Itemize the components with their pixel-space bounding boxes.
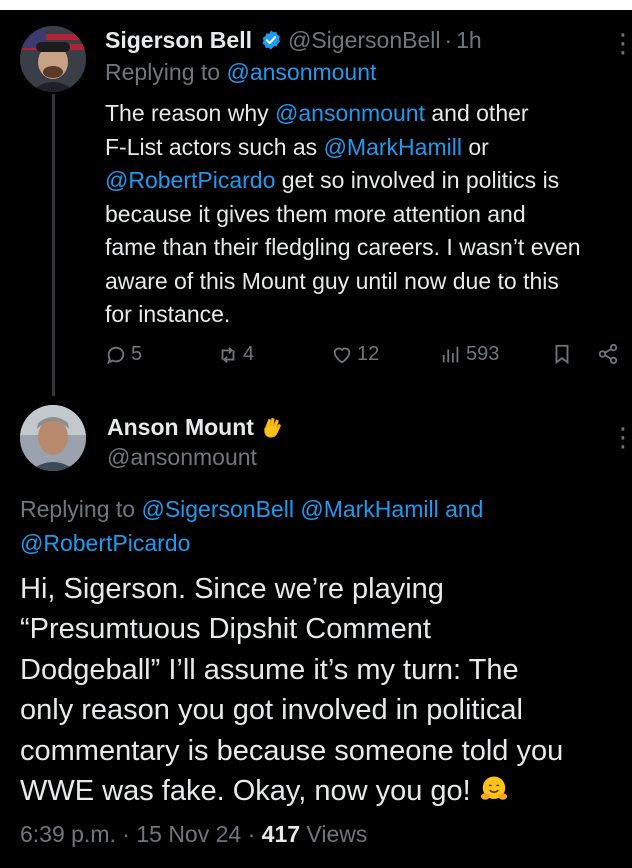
hugging-face-icon [480, 776, 507, 800]
bookmark-icon [555, 344, 569, 365]
thread-connector [52, 94, 55, 396]
date[interactable]: 15 Nov 24 [136, 821, 241, 847]
replying-prefix: Replying to [105, 59, 227, 85]
separator: · [115, 821, 137, 847]
more-options-icon[interactable]: ⋮ [610, 424, 632, 450]
mention-link[interactable]: @ansonmount [226, 59, 376, 85]
like-count: 12 [357, 343, 380, 365]
views-count[interactable]: 417 [262, 821, 300, 847]
replying-and[interactable]: and [439, 496, 483, 522]
mention-link[interactable]: @RobertPicardo [20, 530, 190, 556]
author-name[interactable]: Sigerson Bell [105, 27, 252, 54]
reply-icon [107, 346, 125, 364]
avatar-sigerson[interactable] [20, 26, 86, 92]
bookmark-button[interactable] [551, 343, 577, 365]
more-options-icon[interactable]: ⋮ [610, 30, 632, 56]
text-line: Dodgeball” I’ll assume it’s my turn: The [20, 653, 519, 686]
replying-to: Replying to @ansonmount [105, 59, 376, 86]
top-edge [0, 0, 632, 10]
text-line: for instance. [105, 301, 231, 327]
mention-link[interactable]: @MarkHamill [324, 134, 462, 160]
mention-link[interactable]: @MarkHamill [300, 496, 438, 522]
mention-link[interactable]: @RobertPicardo [105, 167, 275, 193]
tweet-body: Hi, Sigerson. Since we’re playing “Presu… [20, 569, 630, 811]
views-icon [442, 346, 459, 362]
mention-link[interactable]: @ansonmount [275, 100, 425, 126]
share-button[interactable] [597, 343, 623, 365]
text-line: The reason why @ansonmount and other [105, 100, 529, 126]
author-handle[interactable]: @SigersonBell [288, 27, 440, 54]
repost-count: 4 [243, 343, 255, 365]
views-button[interactable]: 593 [440, 343, 499, 366]
author-name-row: Anson Mount [107, 414, 286, 441]
avatar-anson[interactable] [20, 405, 86, 471]
share-icon [598, 343, 618, 365]
views-count: 593 [466, 343, 500, 365]
repost-icon [221, 346, 235, 363]
verified-badge-icon [262, 30, 281, 50]
replying-prefix: Replying to [20, 496, 142, 522]
like-button[interactable]: 12 [331, 343, 379, 366]
mention-link[interactable]: @SigersonBell [141, 496, 293, 522]
text-line: commentary is because someone told you [20, 734, 564, 767]
separator: · [241, 821, 262, 847]
action-bar: 5 4 12 593 [105, 343, 625, 371]
reply-count: 5 [131, 343, 143, 365]
views-label: Views [300, 821, 368, 847]
tweet-meta: 6:39 p.m. · 15 Nov 24 · 417 Views [20, 821, 367, 848]
repost-button[interactable]: 4 [217, 343, 254, 366]
tweet-time[interactable]: 1h [456, 27, 482, 54]
avatar-image [20, 405, 86, 471]
separator: · [444, 26, 453, 53]
text-line: WWE was fake. Okay, now you go! [20, 771, 630, 811]
text-line: fame than their fledgling careers. I was… [105, 234, 581, 260]
tweet1-header: Sigerson Bell @SigersonBell · 1h [105, 26, 482, 54]
replying-to: Replying to @SigersonBell @MarkHamill an… [20, 493, 620, 560]
text-line: because it gives them more attention and [105, 200, 526, 227]
avatar-image [20, 26, 86, 92]
text-line: only reason you got involved in politica… [20, 694, 523, 727]
text-line: Hi, Sigerson. Since we’re playing [20, 573, 444, 605]
tweet-body: The reason why @ansonmount and other F-L… [105, 97, 629, 332]
like-icon [333, 347, 351, 363]
text-line: aware of this Mount guy until now due to… [105, 267, 559, 294]
text-line: “Presumtuous Dipshit Comment [20, 613, 431, 646]
text-line: @RobertPicardo get so involved in politi… [105, 167, 560, 193]
author-name[interactable]: Anson Mount [107, 414, 254, 441]
timestamp[interactable]: 6:39 p.m. [20, 821, 116, 847]
reply-button[interactable]: 5 [105, 343, 142, 366]
author-handle[interactable]: @ansonmount [107, 444, 257, 471]
vulcan-salute-icon [264, 417, 282, 438]
text-line: F-List actors such as @MarkHamill or [105, 133, 489, 160]
